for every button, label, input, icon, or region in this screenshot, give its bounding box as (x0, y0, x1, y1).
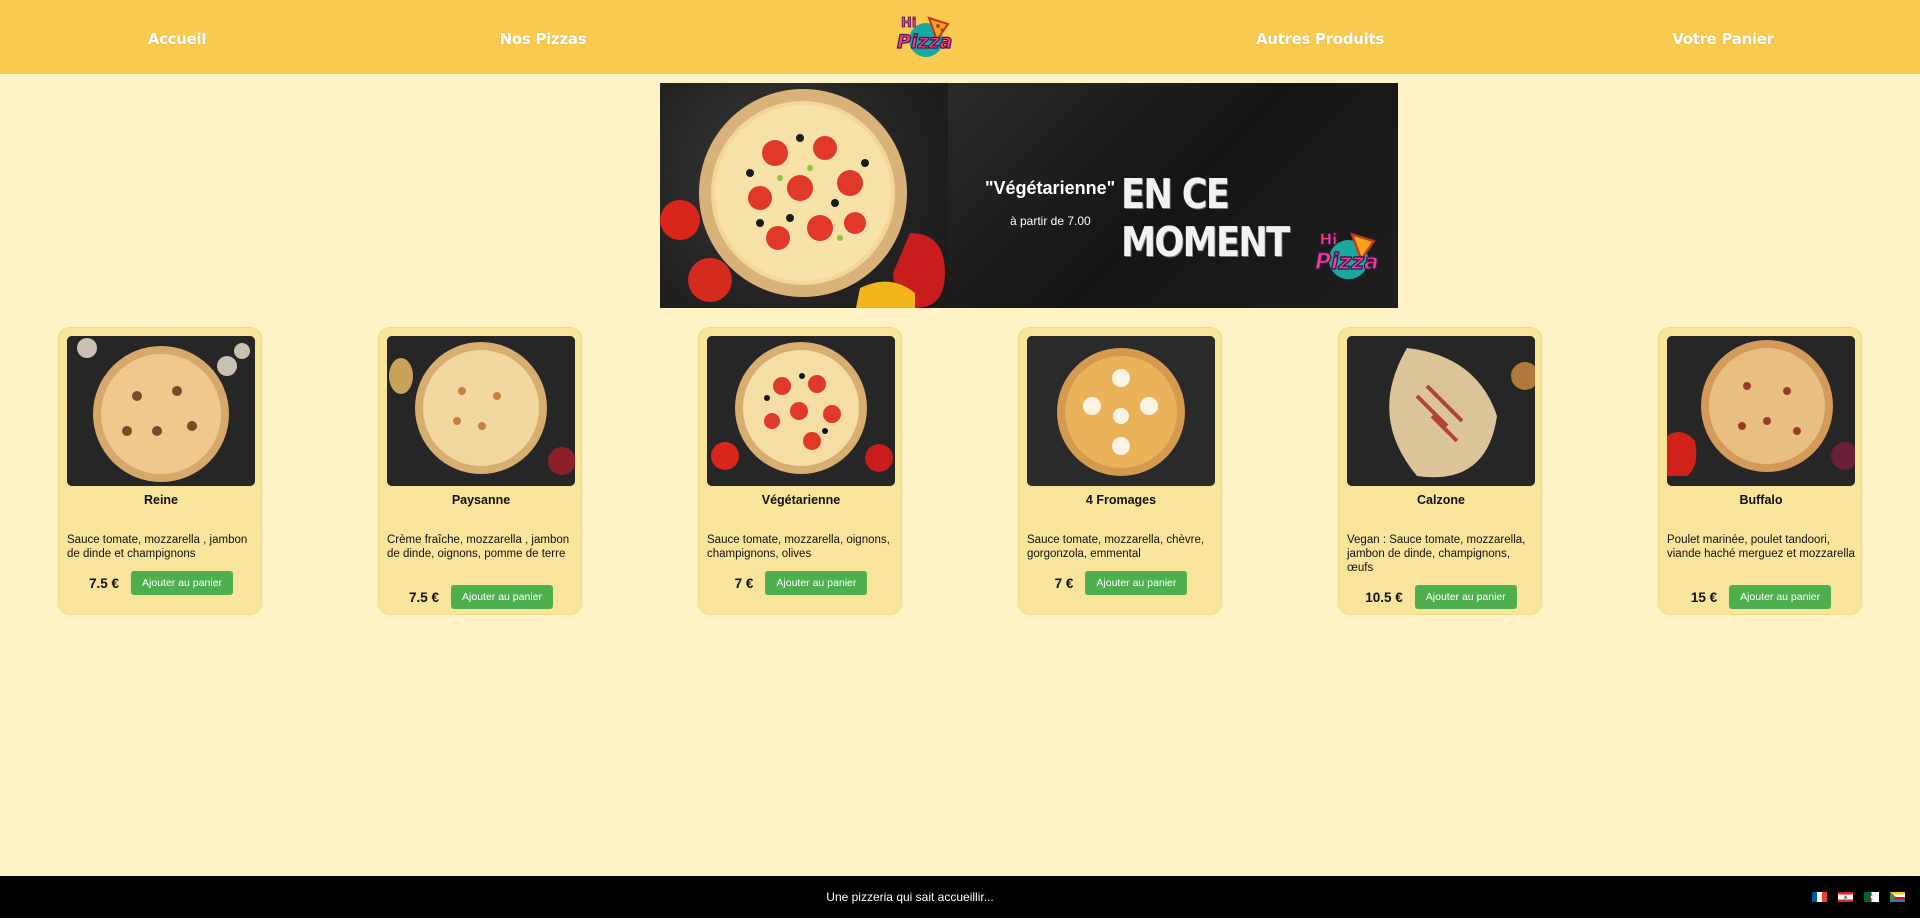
product-card: Buffalo Poulet marinée, poulet tandoori,… (1658, 327, 1862, 615)
product-price: 7 € (1054, 575, 1074, 591)
product-price: 7.5 € (88, 575, 120, 591)
add-to-cart-button[interactable]: Ajouter au panier (1085, 571, 1188, 595)
product-actions: 7 € Ajouter au panier (1019, 571, 1223, 595)
pizza-image (387, 336, 575, 486)
product-name: Reine (143, 493, 179, 507)
banner-logo: Hi Pizza (1314, 230, 1380, 280)
product-card: Calzone Vegan : Sauce tomate, mozzarella… (1338, 327, 1542, 615)
product-card: Végétarienne Sauce tomate, mozzarella, o… (698, 327, 902, 615)
product-description: Vegan : Sauce tomate, mozzarella, jambon… (1347, 534, 1526, 574)
svg-text:Pizza: Pizza (1315, 250, 1379, 275)
pizza-image (67, 336, 255, 486)
add-to-cart-button[interactable]: Ajouter au panier (1414, 585, 1517, 609)
nav-link-cart[interactable]: Votre Panier (1672, 30, 1774, 48)
product-description: Sauce tomate, mozzarella, chèvre, gorgon… (1027, 534, 1205, 560)
site-header: Accueil Nos Pizzas Hi Pizza Autres Produ… (0, 0, 1920, 74)
nav-link-pizzas[interactable]: Nos Pizzas (500, 30, 587, 48)
product-name: Calzone (1417, 493, 1465, 507)
product-description: Sauce tomate, mozzarella , jambon de din… (67, 534, 248, 560)
product-price: 15 € (1690, 589, 1718, 605)
promo-banner[interactable]: "Végétarienne" EN CE MOMENT à partir de … (660, 83, 1398, 308)
lebanon-flag-icon[interactable] (1838, 892, 1853, 902)
banner-price: à partir de 7.00 (1010, 214, 1091, 228)
svg-text:Hi: Hi (1320, 231, 1338, 249)
product-actions: 7.5 € Ajouter au panier (379, 585, 583, 609)
product-name: Buffalo (1739, 493, 1783, 507)
add-to-cart-button[interactable]: Ajouter au panier (765, 571, 868, 595)
product-actions: 10.5 € Ajouter au panier (1339, 585, 1543, 609)
product-card: 4 Fromages Sauce tomate, mozzarella, chè… (1018, 327, 1222, 615)
product-actions: 15 € Ajouter au panier (1659, 585, 1863, 609)
pizza-image (707, 336, 895, 486)
product-name: Végétarienne (761, 493, 841, 507)
hi-pizza-logo[interactable]: Hi Pizza (893, 10, 953, 62)
add-to-cart-button[interactable]: Ajouter au panier (451, 585, 553, 609)
comoros-flag-icon[interactable] (1890, 892, 1905, 902)
site-footer: Une pizzeria qui sait accueillir... (0, 876, 1920, 918)
language-flags (1812, 892, 1905, 902)
svg-text:Hi: Hi (901, 16, 916, 31)
product-card: Paysanne Crème fraîche, mozzarella , jam… (378, 327, 582, 615)
banner-pizza-name: "Végétarienne" (985, 178, 1116, 198)
product-card: Reine Sauce tomate, mozzarella , jambon … (58, 327, 262, 615)
nav-link-home[interactable]: Accueil (148, 30, 207, 48)
footer-tagline: Une pizzeria qui sait accueillir... (826, 890, 994, 904)
product-actions: 7 € Ajouter au panier (699, 571, 903, 595)
product-price: 7 € (734, 575, 754, 591)
calzone-image (1347, 336, 1535, 486)
add-to-cart-button[interactable]: Ajouter au panier (131, 571, 233, 595)
banner-pizza-photo (660, 83, 948, 308)
algeria-flag-icon[interactable] (1864, 892, 1879, 902)
france-flag-icon[interactable] (1812, 892, 1827, 902)
product-actions: 7.5 € Ajouter au panier (59, 571, 263, 595)
add-to-cart-button[interactable]: Ajouter au panier (1729, 585, 1832, 609)
product-description: Sauce tomate, mozzarella, oignons, champ… (707, 534, 890, 560)
nav-link-other-products[interactable]: Autres Produits (1256, 30, 1384, 48)
product-name: Paysanne (451, 493, 511, 507)
product-price: 7.5 € (408, 589, 440, 605)
pizza-image (1027, 336, 1215, 486)
pizza-image (1667, 336, 1855, 486)
svg-text:Pizza: Pizza (897, 31, 952, 53)
product-name: 4 Fromages (1085, 493, 1157, 507)
product-description: Crème fraîche, mozzarella , jambon de di… (387, 534, 570, 560)
product-price: 10.5 € (1365, 589, 1403, 605)
product-description: Poulet marinée, poulet tandoori, viande … (1667, 534, 1855, 560)
